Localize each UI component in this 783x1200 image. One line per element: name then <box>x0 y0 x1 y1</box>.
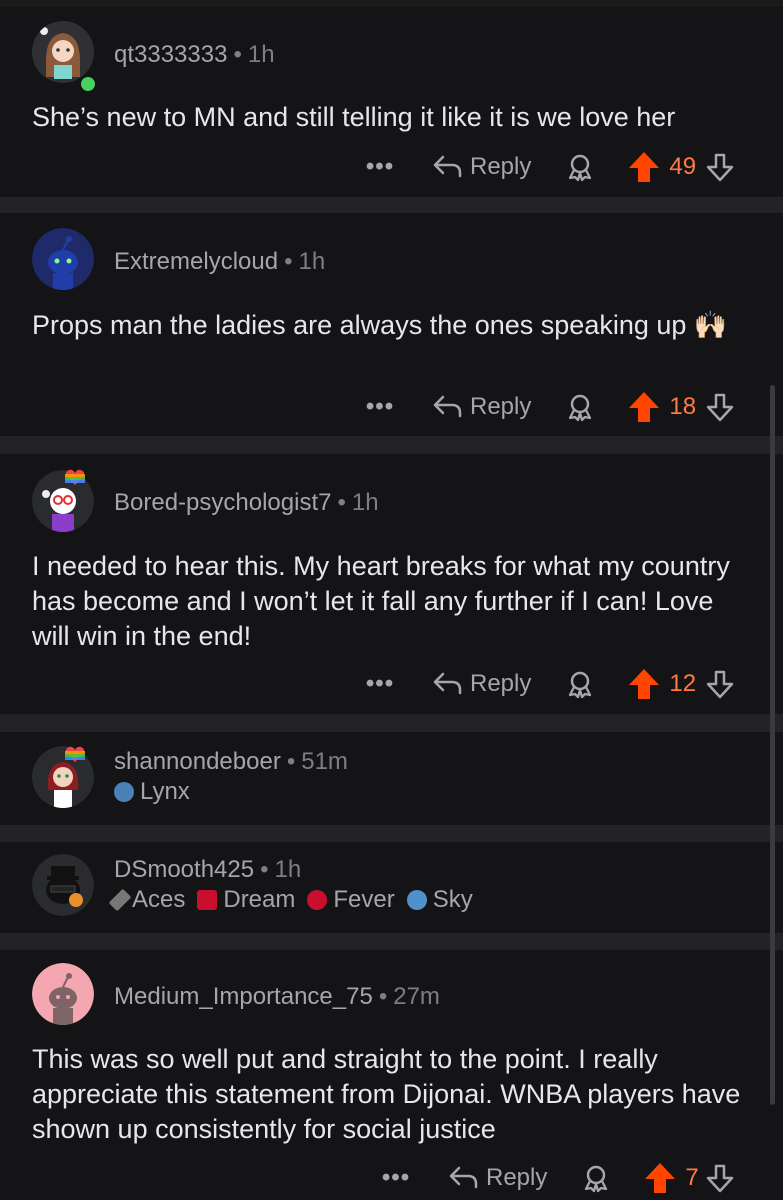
comment-divider <box>0 436 783 454</box>
timestamp: 1h <box>298 248 326 275</box>
separator-dot: • <box>286 748 296 775</box>
comment-meta: shannondeboer • 51m <box>114 748 348 776</box>
username-link[interactable]: DSmooth425 <box>114 856 254 883</box>
username-link[interactable]: Extremelycloud <box>114 248 278 275</box>
username-link[interactable]: Medium_Importance_75 <box>114 983 373 1010</box>
comment-text: She’s new to MN and still telling it lik… <box>32 102 676 132</box>
award-icon[interactable] <box>565 669 595 699</box>
downvote-arrow-icon[interactable] <box>705 669 735 699</box>
online-status-icon <box>79 75 97 93</box>
username-link[interactable]: shannondeboer <box>114 748 281 775</box>
fever-logo-icon <box>307 890 328 910</box>
comment-actions: ••• Reply 12 <box>362 664 735 704</box>
reply-button[interactable]: Reply <box>432 670 531 698</box>
reply-label: Reply <box>470 153 532 180</box>
separator-dot: • <box>260 856 269 883</box>
avatar[interactable] <box>32 21 94 83</box>
comment-meta: qt3333333 • 1h <box>114 41 275 69</box>
flair-label: Aces <box>132 886 186 913</box>
vote-score: 49 <box>669 153 697 180</box>
user-flair: Aces Dream Fever Sky <box>108 886 473 914</box>
avatar[interactable] <box>32 228 94 290</box>
flair-label: Dream <box>223 886 296 913</box>
lynx-logo-icon <box>114 782 134 802</box>
more-options-button[interactable]: ••• <box>378 1164 414 1192</box>
reply-label: Reply <box>470 393 532 420</box>
comment-actions: ••• Reply 18 <box>362 387 735 427</box>
vote-score: 12 <box>669 670 697 697</box>
comment-card-collapsed[interactable]: DSmooth425 • 1h Aces Dream Fever Sky <box>0 842 783 933</box>
comment-actions: ••• Reply 7 <box>378 1158 735 1198</box>
downvote-arrow-icon[interactable] <box>705 1163 735 1193</box>
upvote-arrow-icon[interactable] <box>627 390 661 424</box>
downvote-arrow-icon[interactable] <box>705 392 735 422</box>
comment-meta: Bored-psychologist7 • 1h <box>114 489 379 517</box>
comment-card: Medium_Importance_75 • 27m This was so wel… <box>0 950 783 1200</box>
vote-score: 7 <box>685 1164 699 1191</box>
top-separator <box>0 0 783 7</box>
flair-label: Lynx <box>140 778 190 805</box>
comment-text: This was so well put and straight to the… <box>32 1044 741 1144</box>
vote-score: 18 <box>669 393 697 420</box>
separator-dot: • <box>284 248 293 275</box>
comment-meta: Medium_Importance_75 • 27m <box>114 983 440 1011</box>
comment-text: Props man the ladies are always the ones… <box>32 310 728 340</box>
scrollbar[interactable] <box>770 385 775 1105</box>
reply-arrow-icon <box>433 672 462 695</box>
timestamp: 51m <box>301 748 348 775</box>
timestamp: 1h <box>351 489 379 516</box>
pride-heart-icon <box>65 746 85 762</box>
timestamp: 27m <box>393 983 440 1010</box>
aces-logo-icon <box>108 888 132 912</box>
dream-logo-icon <box>197 890 218 910</box>
award-icon[interactable] <box>565 392 595 422</box>
pride-heart-icon <box>65 469 85 485</box>
reply-arrow-icon <box>433 155 462 178</box>
comment-divider <box>0 714 783 732</box>
comment-meta: DSmooth425 • 1h <box>114 856 301 884</box>
comment-text: I needed to hear this. My heart breaks f… <box>32 551 730 651</box>
comment-card: Extremelycloud • 1h Props man the ladies a… <box>0 213 783 436</box>
comment-actions: ••• Reply 49 <box>362 147 735 187</box>
reply-label: Reply <box>470 670 532 697</box>
upvote-arrow-icon[interactable] <box>643 1161 677 1195</box>
upvote-arrow-icon[interactable] <box>627 150 661 184</box>
flair-label: Fever <box>333 886 395 913</box>
separator-dot: • <box>337 489 346 516</box>
comment-meta: Extremelycloud • 1h <box>114 248 325 276</box>
username-link[interactable]: Bored-psychologist7 <box>114 489 331 516</box>
award-icon[interactable] <box>581 1163 611 1193</box>
flair-label: Sky <box>432 886 473 913</box>
more-options-button[interactable]: ••• <box>362 670 398 698</box>
avatar[interactable] <box>32 963 94 1025</box>
comment-card-collapsed[interactable]: shannondeboer • 51m Lynx <box>0 732 783 825</box>
comment-divider <box>0 933 783 950</box>
reply-label: Reply <box>486 1164 548 1191</box>
more-options-button[interactable]: ••• <box>362 153 398 181</box>
reply-button[interactable]: Reply <box>432 153 531 181</box>
more-options-button[interactable]: ••• <box>362 393 398 421</box>
sky-logo-icon <box>406 890 427 910</box>
reply-arrow-icon <box>433 395 462 418</box>
comment-divider <box>0 197 783 213</box>
reply-arrow-icon <box>449 1166 478 1189</box>
comment-card: Bored-psychologist7 • 1h I needed to hear … <box>0 454 783 714</box>
comment-divider <box>0 825 783 842</box>
upvote-arrow-icon[interactable] <box>627 667 661 701</box>
comment-card: qt3333333 • 1h She’s new to MN and still t… <box>0 7 783 197</box>
avatar[interactable] <box>32 854 94 916</box>
downvote-arrow-icon[interactable] <box>705 152 735 182</box>
award-icon[interactable] <box>565 152 595 182</box>
username-link[interactable]: qt3333333 <box>114 41 227 68</box>
timestamp: 1h <box>274 856 302 883</box>
separator-dot: • <box>233 41 242 68</box>
separator-dot: • <box>378 983 388 1010</box>
timestamp: 1h <box>247 41 275 68</box>
reply-button[interactable]: Reply <box>432 393 531 421</box>
user-flair: Lynx <box>114 778 190 806</box>
reply-button[interactable]: Reply <box>448 1164 547 1192</box>
